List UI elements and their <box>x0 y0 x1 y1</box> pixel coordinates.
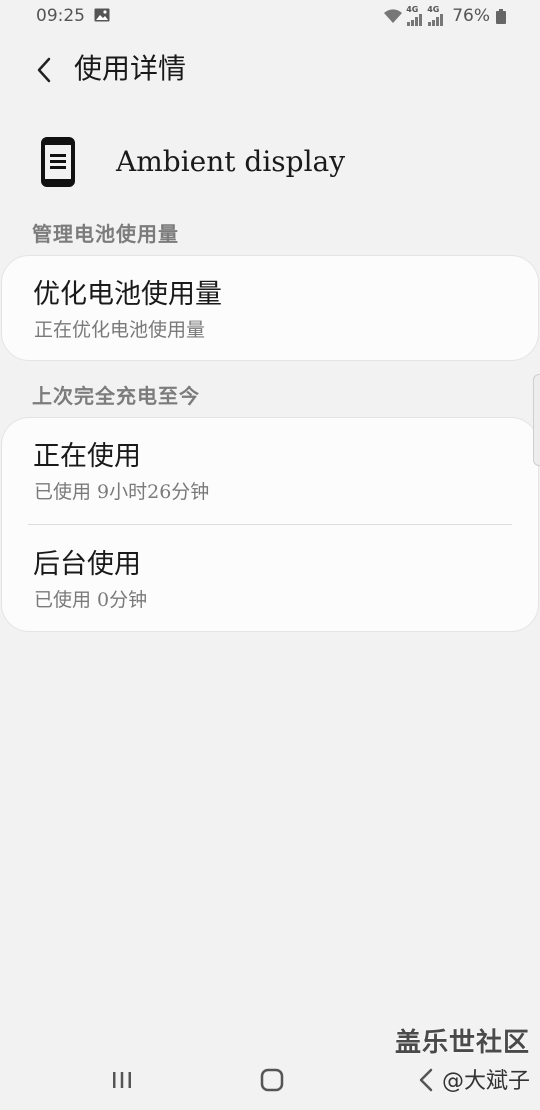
chevron-left-icon <box>37 57 51 83</box>
app-name: Ambient display <box>116 145 346 178</box>
signal-2-group: 4G <box>427 6 445 26</box>
optimize-battery-title: 优化电池使用量 <box>33 279 222 310</box>
network-type-2: 4G <box>427 5 440 14</box>
signal-1-group: 4G <box>406 6 424 26</box>
background-usage-subtitle: 已使用 0分钟 <box>34 589 148 611</box>
background-usage-item: 后台使用 已使用 0分钟 <box>2 525 538 632</box>
status-indicators: 4G 4G 76% <box>383 6 506 26</box>
navigation-bar <box>0 1050 540 1110</box>
section-header-manage-battery: 管理电池使用量 <box>32 222 179 246</box>
phone-screen-icon <box>41 137 75 187</box>
signal-2-icon <box>428 14 444 26</box>
active-usage-title: 正在使用 <box>33 441 141 472</box>
active-usage-item: 正在使用 已使用 9小时26分钟 <box>2 418 538 525</box>
back-button[interactable] <box>26 52 62 88</box>
optimize-battery-subtitle: 正在优化电池使用量 <box>34 319 206 341</box>
active-usage-subtitle: 已使用 9小时26分钟 <box>34 481 210 503</box>
status-time: 09:25 <box>36 6 85 26</box>
network-type-1: 4G <box>406 5 419 14</box>
home-icon[interactable] <box>258 1066 286 1094</box>
manage-battery-card: 优化电池使用量 正在优化电池使用量 <box>1 255 539 361</box>
edge-panel-handle[interactable] <box>533 374 540 466</box>
usage-card: 正在使用 已使用 9小时26分钟 后台使用 已使用 0分钟 <box>1 417 539 632</box>
app-info-row: Ambient display <box>0 130 540 194</box>
wifi-icon <box>384 9 403 23</box>
app-bar: 使用详情 <box>0 40 540 100</box>
back-icon[interactable] <box>416 1066 436 1094</box>
battery-percent: 76% <box>452 6 490 26</box>
battery-icon <box>496 8 506 24</box>
background-usage-title: 后台使用 <box>33 549 141 580</box>
recent-apps-icon[interactable] <box>108 1066 136 1094</box>
page-title: 使用详情 <box>74 52 187 85</box>
optimize-battery-item[interactable]: 优化电池使用量 正在优化电池使用量 <box>2 256 538 362</box>
signal-1-icon <box>407 14 423 26</box>
gallery-notification-icon <box>94 8 110 22</box>
status-bar: 09:25 4G 4G 76% <box>0 0 540 34</box>
section-header-since-full-charge: 上次完全充电至今 <box>32 384 200 408</box>
